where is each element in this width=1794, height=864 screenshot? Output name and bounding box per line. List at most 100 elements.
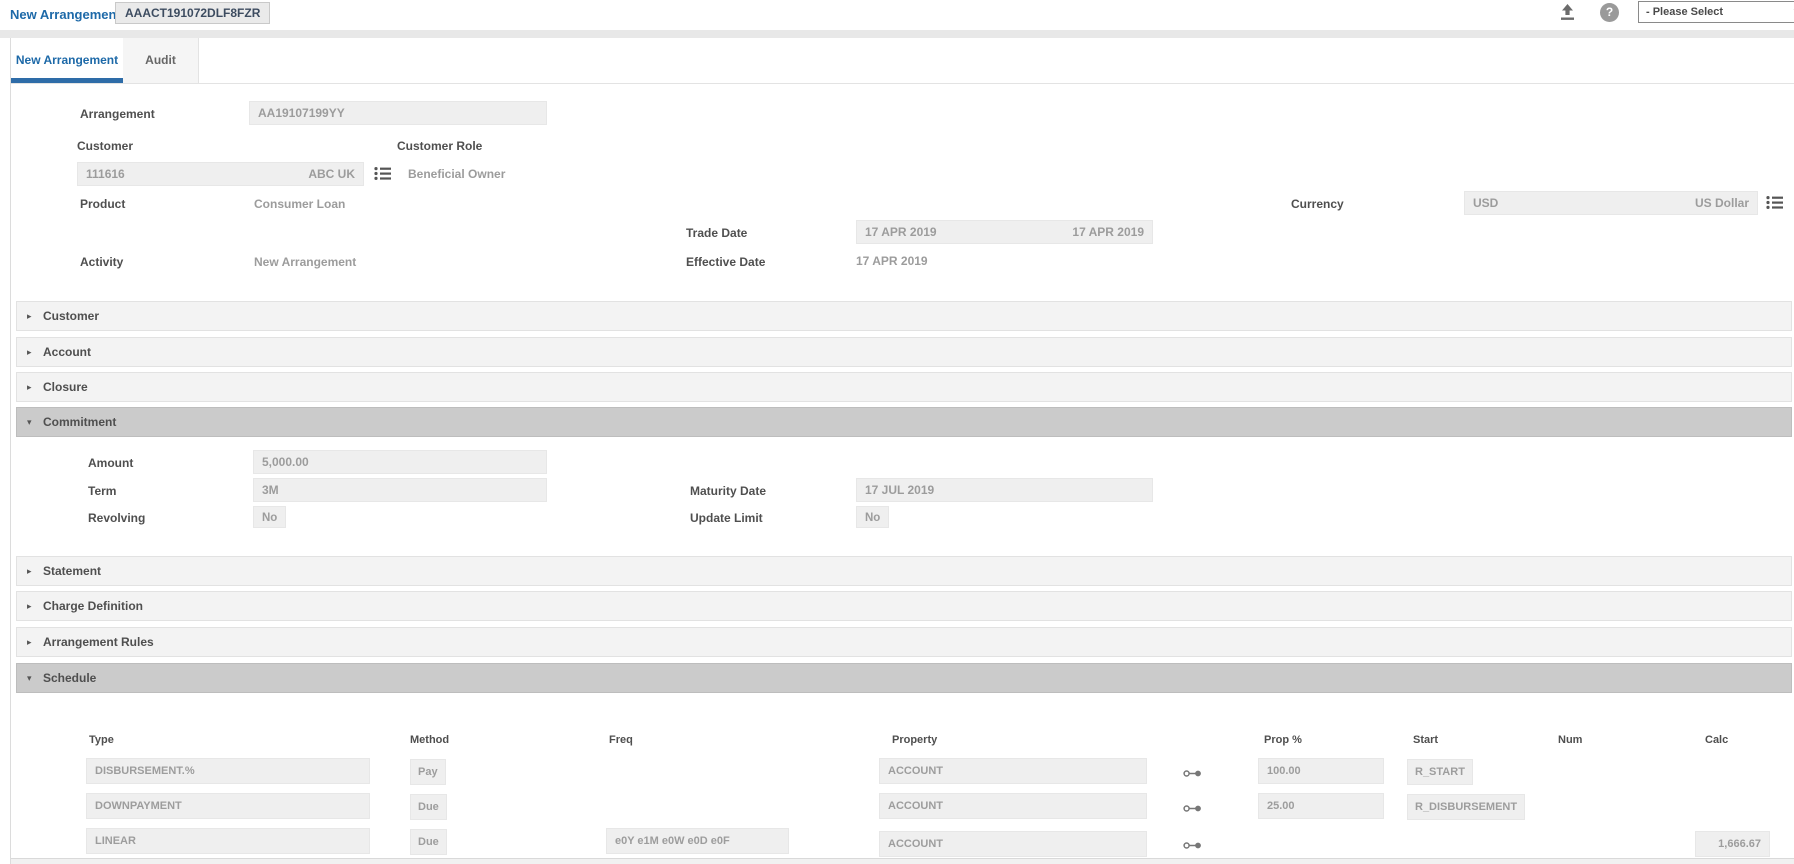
tab-audit[interactable]: Audit: [123, 38, 199, 83]
update-limit-label: Update Limit: [690, 511, 763, 525]
arrangement-reference-badge: AAACT191072DLF8FZR: [115, 2, 270, 24]
revolving-field[interactable]: No: [253, 506, 286, 528]
arrangement-value: AA19107199YY: [258, 106, 345, 120]
schedule-start-field[interactable]: R_DISBURSEMENT: [1407, 794, 1525, 820]
link-icon[interactable]: [1183, 800, 1202, 818]
section-label: Statement: [43, 564, 101, 578]
col-header-method: Method: [410, 734, 449, 746]
section-label: Account: [43, 345, 91, 359]
help-icon[interactable]: ?: [1600, 3, 1619, 22]
schedule-start-field[interactable]: R_START: [1407, 759, 1473, 785]
section-label: Schedule: [43, 671, 96, 685]
section-label: Arrangement Rules: [43, 635, 154, 649]
customer-role-value: Beneficial Owner: [408, 167, 505, 181]
schedule-property-field[interactable]: ACCOUNT: [879, 831, 1147, 857]
section-arrangement-rules[interactable]: Arrangement Rules: [16, 627, 1792, 657]
customer-list-icon[interactable]: [374, 166, 391, 186]
schedule-prop-pct-field[interactable]: 25.00: [1258, 793, 1384, 819]
maturity-date-value: 17 JUL 2019: [865, 483, 934, 497]
col-header-type: Type: [89, 734, 114, 746]
amount-field[interactable]: 5,000.00: [253, 450, 547, 474]
panel-left-border: [10, 38, 11, 864]
maturity-date-field[interactable]: 17 JUL 2019: [856, 478, 1153, 502]
schedule-prop-pct-field[interactable]: 100.00: [1258, 758, 1384, 784]
term-label: Term: [88, 484, 116, 498]
collapse-icon: [27, 417, 43, 428]
upload-icon[interactable]: [1558, 4, 1577, 26]
new-arrangement-screen: New Arrangement AAACT191072DLF8FZR ? - P…: [0, 0, 1794, 864]
customer-id-value: 111616: [86, 167, 125, 181]
next-section-edge: [11, 858, 1794, 864]
trade-date-value-2: 17 APR 2019: [1072, 225, 1144, 239]
activity-value: New Arrangement: [254, 255, 356, 269]
section-statement[interactable]: Statement: [16, 556, 1792, 586]
section-customer[interactable]: Customer: [16, 301, 1792, 331]
activity-label: Activity: [80, 255, 123, 269]
expand-icon: [27, 637, 43, 648]
schedule-type-field[interactable]: DOWNPAYMENT: [86, 793, 370, 819]
section-label: Customer: [43, 309, 99, 323]
section-label: Closure: [43, 380, 88, 394]
schedule-method-field[interactable]: Due: [410, 794, 447, 820]
product-value: Consumer Loan: [254, 197, 345, 211]
schedule-property-field[interactable]: ACCOUNT: [879, 793, 1147, 819]
maturity-date-label: Maturity Date: [690, 484, 766, 498]
revolving-label: Revolving: [88, 511, 145, 525]
arrangement-label: Arrangement: [80, 107, 155, 121]
link-icon[interactable]: [1183, 765, 1202, 783]
page-title: New Arrangement: [10, 7, 121, 22]
schedule-type-field[interactable]: LINEAR: [86, 828, 370, 854]
schedule-property-field[interactable]: ACCOUNT: [879, 758, 1147, 784]
product-label: Product: [80, 197, 125, 211]
action-select-value: - Please Select: [1646, 6, 1723, 18]
expand-icon: [27, 601, 43, 612]
section-schedule[interactable]: Schedule: [16, 663, 1792, 693]
col-header-property: Property: [892, 734, 937, 746]
section-closure[interactable]: Closure: [16, 372, 1792, 402]
customer-name-value: ABC UK: [308, 167, 355, 181]
section-label: Charge Definition: [43, 599, 143, 613]
collapse-icon: [27, 673, 43, 684]
currency-field[interactable]: USD US Dollar: [1464, 191, 1758, 215]
schedule-freq-field[interactable]: e0Y e1M e0W e0D e0F: [606, 828, 789, 854]
amount-label: Amount: [88, 456, 133, 470]
currency-list-icon[interactable]: [1766, 195, 1783, 215]
arrangement-field[interactable]: AA19107199YY: [249, 101, 547, 125]
tab-bar-underline: [11, 83, 1794, 84]
action-select[interactable]: - Please Select ▼: [1638, 1, 1794, 23]
currency-name-value: US Dollar: [1695, 196, 1749, 210]
trade-date-field[interactable]: 17 APR 2019 17 APR 2019: [856, 220, 1153, 244]
tab-new-arrangement[interactable]: New Arrangement: [11, 38, 123, 83]
schedule-type-field[interactable]: DISBURSEMENT.%: [86, 758, 370, 784]
section-charge-definition[interactable]: Charge Definition: [16, 591, 1792, 621]
section-commitment[interactable]: Commitment: [16, 407, 1792, 437]
schedule-method-field[interactable]: Due: [410, 829, 447, 855]
col-header-prop-pct: Prop %: [1264, 734, 1302, 746]
currency-code-value: USD: [1473, 196, 1498, 210]
col-header-freq: Freq: [609, 734, 633, 746]
section-label: Commitment: [43, 415, 116, 429]
header-divider: [0, 30, 1794, 38]
customer-field[interactable]: 111616 ABC UK: [77, 162, 364, 186]
expand-icon: [27, 382, 43, 393]
effective-date-value: 17 APR 2019: [856, 254, 928, 268]
amount-value: 5,000.00: [262, 455, 309, 469]
trade-date-value: 17 APR 2019: [865, 225, 937, 239]
col-header-calc: Calc: [1705, 734, 1728, 746]
schedule-calc-field[interactable]: 1,666.67: [1695, 831, 1770, 857]
col-header-start: Start: [1413, 734, 1438, 746]
expand-icon: [27, 566, 43, 577]
customer-label: Customer: [77, 139, 133, 153]
customer-role-label: Customer Role: [397, 139, 482, 153]
term-field[interactable]: 3M: [253, 478, 547, 502]
trade-date-label: Trade Date: [686, 226, 747, 240]
term-value: 3M: [262, 483, 279, 497]
effective-date-label: Effective Date: [686, 255, 765, 269]
currency-label: Currency: [1291, 197, 1344, 211]
schedule-method-field[interactable]: Pay: [410, 759, 446, 785]
col-header-num: Num: [1558, 734, 1582, 746]
expand-icon: [27, 347, 43, 358]
link-icon[interactable]: [1183, 837, 1202, 855]
section-account[interactable]: Account: [16, 337, 1792, 367]
update-limit-field[interactable]: No: [856, 506, 889, 528]
